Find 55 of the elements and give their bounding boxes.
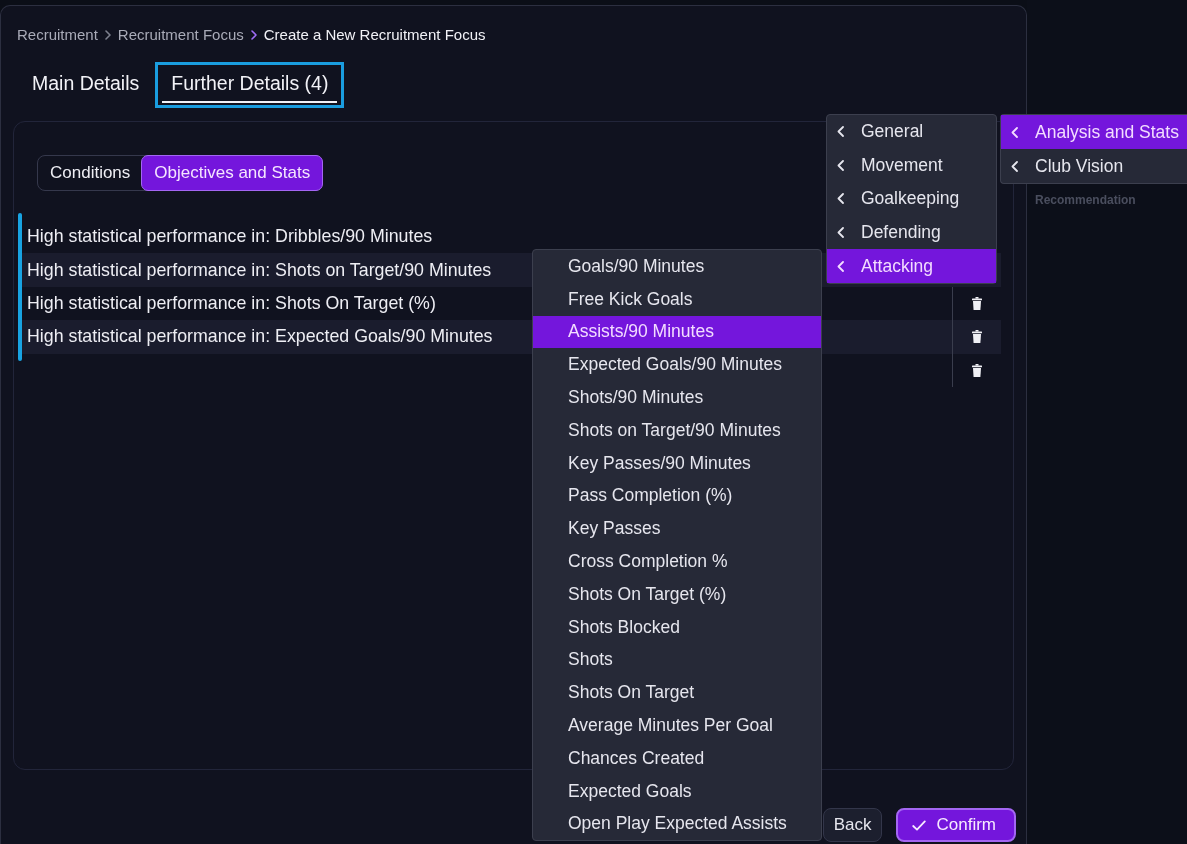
menu-item[interactable]: Shots on Target/90 Minutes: [533, 414, 821, 447]
objective-text: High statistical performance in: Shots On Target (%): [27, 292, 436, 314]
segment-tab[interactable]: Objectives and Stats: [141, 155, 324, 191]
objective-text: High statistical performance in: Shots on Target/90 Minutes: [27, 259, 492, 281]
menu-item[interactable]: Expected Goals/90 Minutes: [533, 348, 821, 382]
menu-item[interactable]: Pass Completion (%): [533, 479, 821, 513]
menu-item[interactable]: Free Kick Goals: [533, 282, 821, 316]
back-button[interactable]: Back: [822, 808, 883, 842]
menu-item[interactable]: Goalkeeping: [827, 182, 996, 216]
menu-item[interactable]: Key Passes/90 Minutes: [533, 446, 821, 480]
menu-item[interactable]: Average Minutes Per Goal: [533, 709, 821, 742]
menu-item[interactable]: Shots On Target (%): [533, 577, 821, 611]
chevron-left-icon: [1011, 126, 1018, 138]
menu-item[interactable]: Assists/90 Minutes: [533, 315, 821, 349]
chevron-left-icon: [837, 126, 844, 138]
menu-item[interactable]: General: [827, 115, 996, 149]
chevron-right-icon: [250, 30, 257, 40]
menu-item[interactable]: Attacking: [827, 249, 996, 283]
tab[interactable]: Further Details (4): [155, 62, 345, 108]
confirm-button[interactable]: Confirm: [896, 808, 1016, 842]
menu-item[interactable]: Chances Created: [533, 741, 821, 775]
menu-item[interactable]: Shots: [533, 643, 821, 677]
objective-text: High statistical performance in: Dribbles/90 Minutes: [27, 226, 433, 248]
menu-item[interactable]: Goals/90 Minutes: [533, 250, 821, 283]
trash-icon: [972, 296, 982, 310]
breadcrumb-link[interactable]: Recruitment Focus: [117, 26, 244, 44]
breadcrumb-current: Create a New Recruitment Focus: [263, 26, 486, 44]
chevron-left-icon: [1011, 160, 1018, 172]
menu-item[interactable]: Open Play Expected Assists: [533, 807, 821, 841]
chevron-left-icon: [837, 193, 844, 205]
menu-item[interactable]: Shots On Target: [533, 676, 821, 710]
delete-button[interactable]: [970, 328, 984, 346]
menu-item[interactable]: Expected Goals: [533, 774, 821, 808]
check-icon: [912, 819, 927, 831]
chevron-right-icon: [104, 30, 111, 40]
menu-item[interactable]: Club Vision: [1001, 149, 1187, 183]
chevron-left-icon: [837, 260, 844, 272]
menu-item[interactable]: Shots/90 Minutes: [533, 381, 821, 414]
menu-item[interactable]: Key Passes: [533, 512, 821, 546]
tab[interactable]: Main Details: [16, 62, 156, 108]
segment-tab[interactable]: Conditions: [37, 155, 144, 191]
menu-item[interactable]: Cross Completion %: [533, 545, 821, 578]
section-label: Recommendation: [1035, 193, 1137, 207]
chevron-left-icon: [837, 159, 844, 171]
breadcrumb-link[interactable]: Recruitment: [17, 26, 98, 44]
menu-item[interactable]: Defending: [827, 215, 996, 250]
objective-text: High statistical performance in: Expected Goals/90 Minutes: [27, 326, 493, 348]
menu-item[interactable]: Analysis and Stats: [1001, 115, 1187, 149]
trash-icon: [972, 330, 982, 344]
menu-item[interactable]: Shots Blocked: [533, 610, 821, 644]
trash-icon: [972, 363, 982, 377]
delete-button[interactable]: [970, 294, 984, 312]
delete-button[interactable]: [970, 361, 984, 379]
chevron-left-icon: [837, 227, 844, 239]
menu-item[interactable]: Movement: [827, 148, 996, 183]
